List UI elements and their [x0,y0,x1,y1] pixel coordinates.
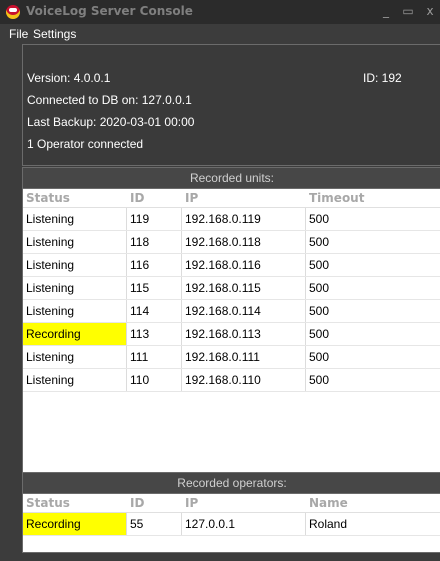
id-cell: 110 [127,369,182,391]
title-bar[interactable]: VoiceLog Server Console _ ▭ x [0,0,440,24]
operators-column-headers: Status ID IP Name [23,494,440,513]
status-cell: Listening [23,346,127,368]
units-column-headers: Status ID IP Timeout [23,189,440,208]
timeout-cell: 500 [309,350,330,364]
column-ip[interactable]: IP [185,496,198,510]
id-cell: 114 [127,300,182,322]
column-status[interactable]: Status [26,191,70,205]
app-logo-icon [6,5,20,19]
id-cell: 115 [127,277,182,299]
id-cell: 119 [127,208,182,230]
ip-cell: 192.168.0.113 [182,323,306,345]
ip-cell: 127.0.0.1 [182,513,306,535]
recorded-units-panel: Recorded units: Status ID IP Timeout Lis… [22,167,440,481]
maximize-button[interactable]: ▭ [400,2,416,20]
timeout-cell: 500 [309,258,330,272]
status-cell-recording: Recording [23,513,127,535]
status-cell: Listening [23,300,127,322]
status-cell: Listening [23,208,127,230]
operators-connected-label: 1 Operator connected [27,137,144,151]
table-row[interactable]: Recording 55 127.0.0.1 Roland [23,513,440,536]
server-info-panel: Version: 4.0.0.1 ID: 192 Connected to DB… [22,44,440,166]
table-row[interactable]: Listening 119 192.168.0.119 500 [23,208,440,231]
menu-file[interactable]: File [9,27,28,41]
table-row[interactable]: Listening 111 192.168.0.111 500 [23,346,440,369]
column-name[interactable]: Name [309,496,348,510]
table-row[interactable]: Listening 118 192.168.0.118 500 [23,231,440,254]
minimize-button[interactable]: _ [378,2,394,20]
id-label: ID: 192 [363,71,402,85]
timeout-cell: 500 [309,327,330,341]
app-window: VoiceLog Server Console _ ▭ x File Setti… [0,0,440,561]
menu-settings[interactable]: Settings [33,27,76,41]
column-id[interactable]: ID [130,496,144,510]
id-cell: 118 [127,231,182,253]
timeout-cell: 500 [309,304,330,318]
table-row[interactable]: Listening 115 192.168.0.115 500 [23,277,440,300]
column-status[interactable]: Status [26,496,70,510]
recorded-operators-panel: Recorded operators: Status ID IP Name Re… [22,472,440,553]
table-row[interactable]: Recording 113 192.168.0.113 500 [23,323,440,346]
id-cell: 113 [127,323,182,345]
close-button[interactable]: x [422,2,438,20]
id-cell: 116 [127,254,182,276]
status-cell: Listening [23,369,127,391]
timeout-cell: 500 [309,373,330,387]
table-row[interactable]: Listening 110 192.168.0.110 500 [23,369,440,392]
status-cell: Listening [23,254,127,276]
column-ip[interactable]: IP [185,191,198,205]
column-timeout[interactable]: Timeout [309,191,364,205]
status-cell: Listening [23,277,127,299]
column-id[interactable]: ID [130,191,144,205]
ip-cell: 192.168.0.111 [182,346,306,368]
last-backup-label: Last Backup: 2020-03-01 00:00 [27,115,195,129]
recorded-units-header: Recorded units: [23,168,440,189]
timeout-cell: 500 [309,235,330,249]
table-row[interactable]: Listening 114 192.168.0.114 500 [23,300,440,323]
name-cell: Roland [309,517,348,531]
ip-cell: 192.168.0.114 [182,300,306,322]
status-cell: Listening [23,231,127,253]
version-label: Version: 4.0.0.1 [27,71,111,85]
operators-table-empty-area[interactable] [23,536,440,552]
ip-cell: 192.168.0.119 [182,208,306,230]
window-title: VoiceLog Server Console [26,4,193,18]
ip-cell: 192.168.0.116 [182,254,306,276]
timeout-cell: 500 [309,212,330,226]
table-row[interactable]: Listening 116 192.168.0.116 500 [23,254,440,277]
id-cell: 111 [127,346,182,368]
status-cell-recording: Recording [23,323,127,345]
ip-cell: 192.168.0.118 [182,231,306,253]
units-table-empty-area[interactable] [23,392,440,480]
id-cell: 55 [127,513,182,535]
recorded-operators-header: Recorded operators: [23,473,440,494]
menu-bar: File Settings [0,24,440,44]
timeout-cell: 500 [309,281,330,295]
ip-cell: 192.168.0.110 [182,369,306,391]
ip-cell: 192.168.0.115 [182,277,306,299]
connection-label: Connected to DB on: 127.0.0.1 [27,93,192,107]
